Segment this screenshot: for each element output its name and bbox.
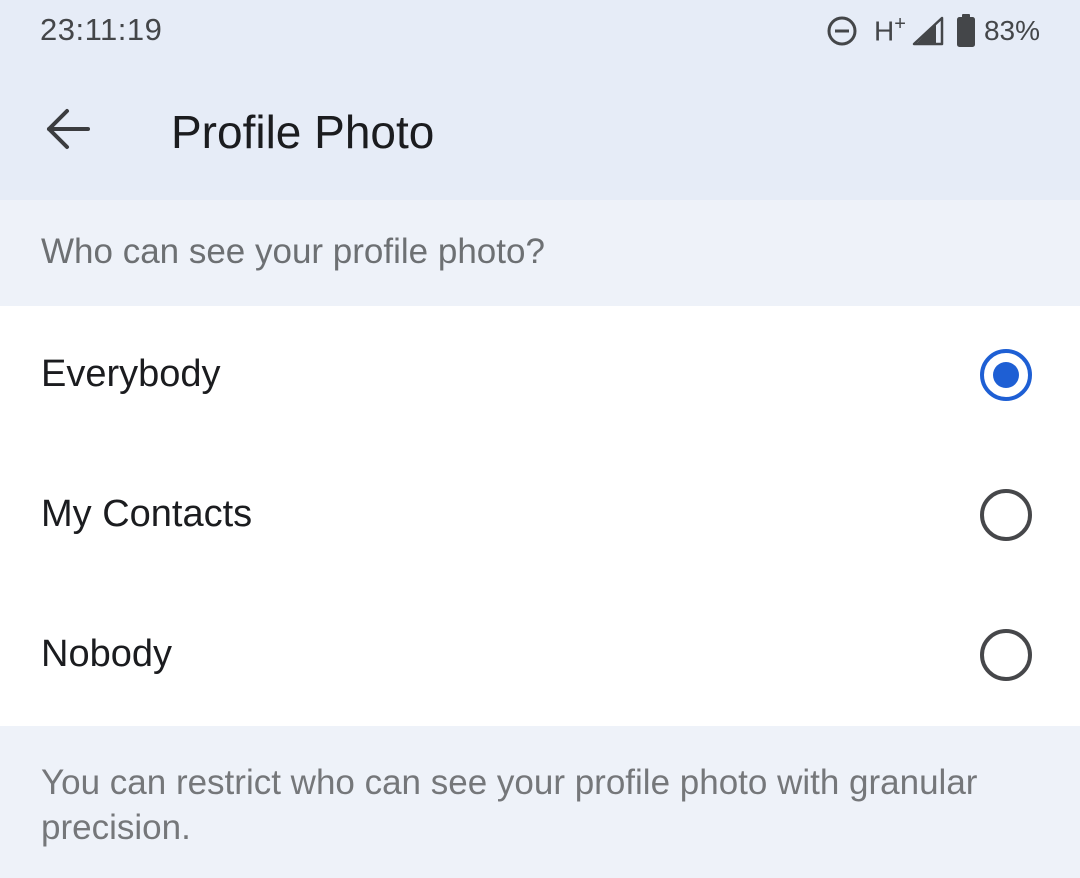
footer: You can restrict who can see your profil… — [0, 726, 1080, 878]
option-nobody[interactable]: Nobody — [0, 586, 1080, 726]
option-label: My Contacts — [41, 493, 253, 535]
signal-icon — [912, 16, 944, 46]
section-header-text: Who can see your profile photo? — [41, 232, 545, 271]
footer-description: You can restrict who can see your profil… — [41, 763, 978, 847]
radio-button-checked[interactable] — [980, 349, 1032, 401]
app-bar: Profile Photo — [0, 62, 1080, 200]
battery-percent: 83% — [983, 15, 1040, 46]
option-label: Everybody — [41, 353, 221, 395]
status-time: 23:11:19 — [40, 12, 163, 47]
option-label: Nobody — [41, 633, 172, 675]
status-icons: H+ 83% — [826, 10, 1040, 52]
option-everybody[interactable]: Everybody — [0, 306, 1080, 446]
network-type: H+ — [874, 13, 906, 47]
radio-dot — [993, 362, 1019, 388]
arrow-left-icon — [44, 107, 92, 156]
radio-button[interactable] — [980, 489, 1032, 541]
options-list: Everybody My Contacts Nobody — [0, 306, 1080, 726]
radio-button[interactable] — [980, 629, 1032, 681]
do-not-disturb-icon — [826, 15, 858, 47]
back-button[interactable] — [30, 96, 106, 166]
battery-icon — [956, 14, 976, 48]
status-bar: 23:11:19 H+ 83% — [0, 0, 1080, 62]
section-header: Who can see your profile photo? — [0, 200, 1080, 306]
top-area: 23:11:19 H+ 83% Profile Photo — [0, 0, 1080, 200]
network-type-label: H — [874, 15, 895, 47]
option-my-contacts[interactable]: My Contacts — [0, 446, 1080, 586]
page-title: Profile Photo — [171, 106, 435, 158]
network-type-plus: + — [894, 12, 906, 35]
